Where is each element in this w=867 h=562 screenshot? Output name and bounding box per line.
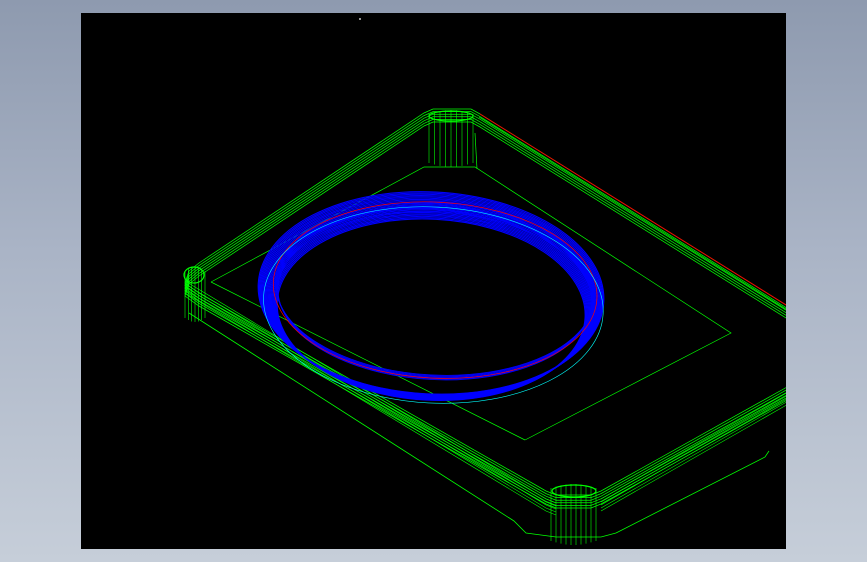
back-corner-inner-line [474,132,478,170]
ring-edge-0 [257,191,605,395]
origin-marker [359,18,361,20]
ring-groove-wireframe[interactable] [253,183,609,412]
plate-side-band-right-4 [600,404,786,512]
plate-side-band-right-3 [600,401,786,509]
pocket-floor-edge-front [210,281,526,441]
graphics-viewport[interactable] [81,13,786,549]
plate-side-band-right-0 [600,392,786,500]
model-wireframe[interactable] [81,13,786,549]
cad-application-window: { "app": { "background_gradient_top": "#… [0,0,867,562]
ring-edge-1 [258,192,604,396]
plate-side-band-right-2 [600,398,786,506]
plate-bottom-front-right-edge [615,450,770,534]
